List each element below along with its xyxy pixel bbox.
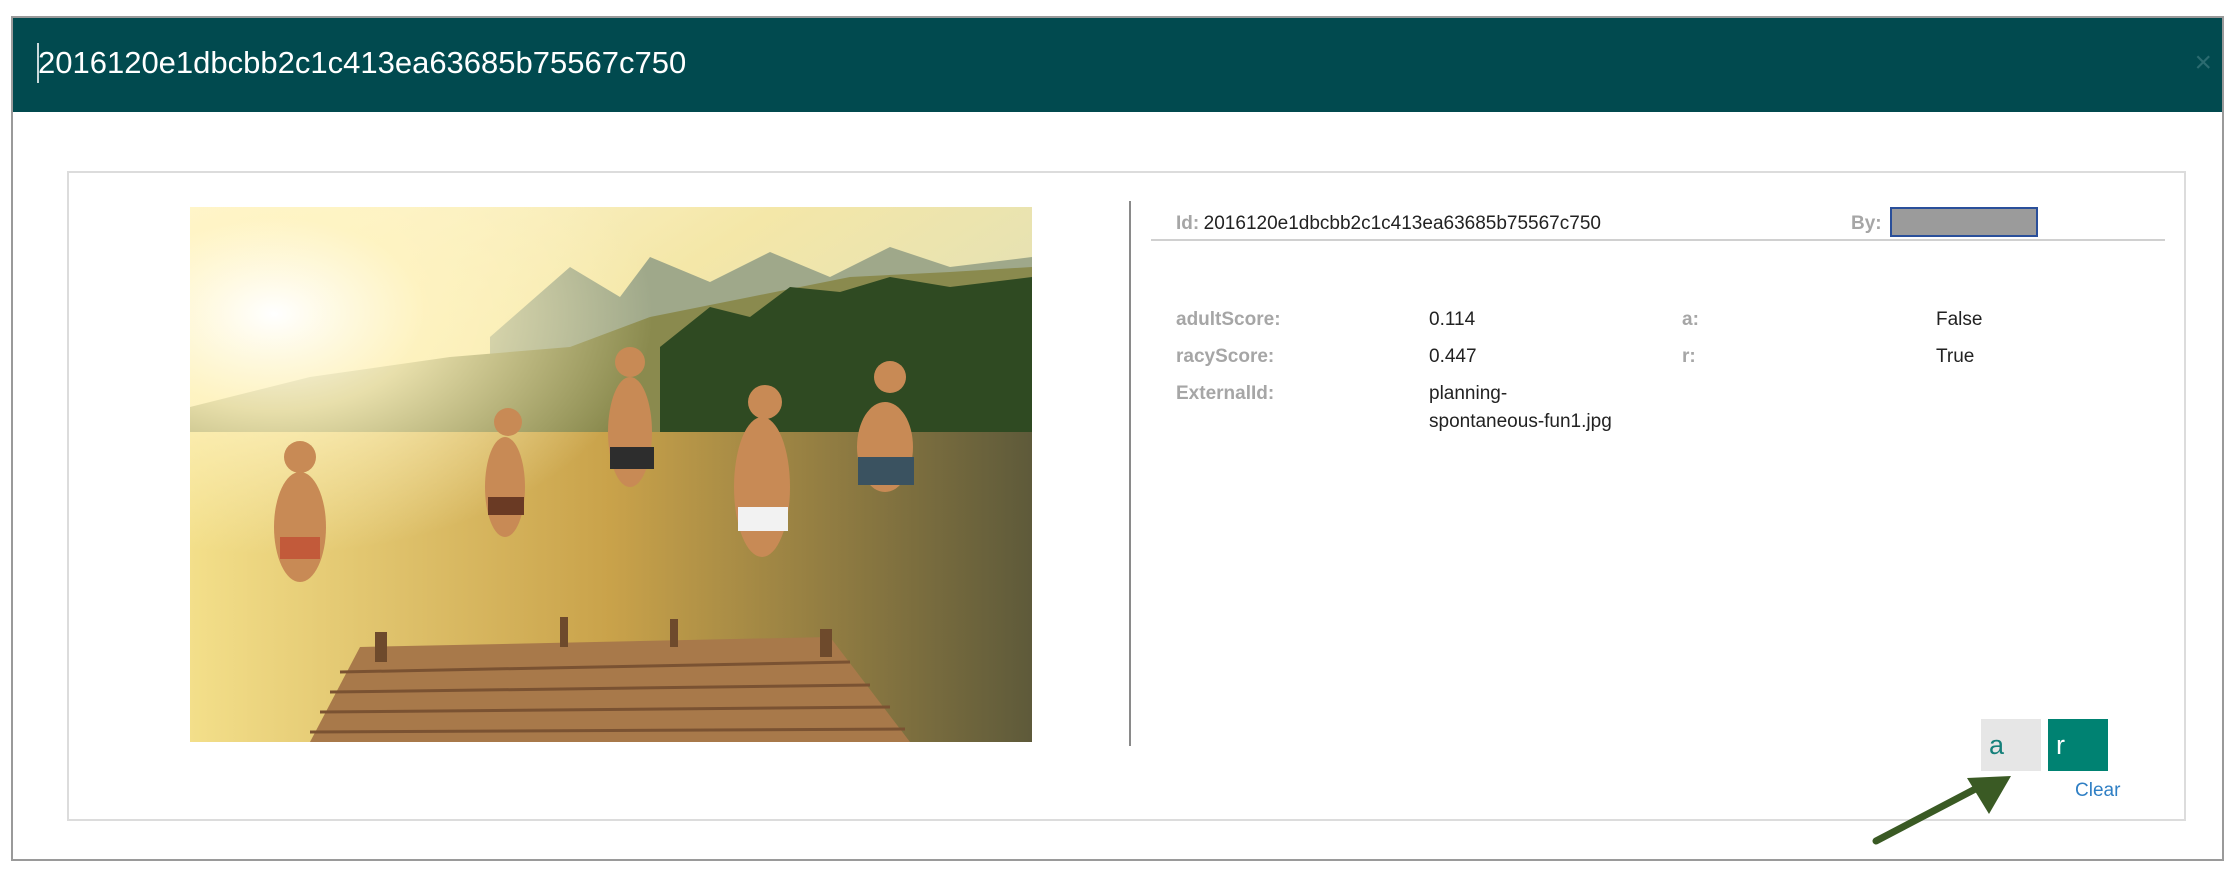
close-icon[interactable]: × bbox=[2194, 48, 2212, 78]
review-image bbox=[190, 207, 1032, 742]
by-label: By: bbox=[1851, 213, 1882, 235]
adult-score-label: adultScore: bbox=[1176, 309, 1281, 330]
tag-a-label: a: bbox=[1682, 309, 1699, 330]
dialog-title: 2016120e1dbcbb2c1c413ea63685b75567c750 bbox=[38, 45, 687, 80]
by-row: By: bbox=[1851, 207, 2039, 237]
racy-score-value: 0.447 bbox=[1429, 346, 1477, 367]
id-row: Id: 2016120e1dbcbb2c1c413ea63685b75567c7… bbox=[1176, 213, 1601, 235]
review-dialog: 2016120e1dbcbb2c1c413ea63685b75567c750 × bbox=[11, 16, 2224, 861]
external-id-label: ExternalId: bbox=[1176, 383, 1275, 404]
tag-r-button[interactable]: r bbox=[2048, 719, 2108, 771]
adult-score-value: 0.114 bbox=[1429, 309, 1476, 330]
info-header: Id: 2016120e1dbcbb2c1c413ea63685b75567c7… bbox=[1151, 201, 2165, 241]
id-value: 2016120e1dbcbb2c1c413ea63685b75567c750 bbox=[1203, 213, 1601, 234]
external-id-value-line1: planning- bbox=[1429, 383, 1508, 404]
racy-score-label: racyScore: bbox=[1176, 346, 1275, 367]
clear-link[interactable]: Clear bbox=[2075, 780, 2120, 802]
tag-r-label: r: bbox=[1682, 346, 1696, 367]
review-card: Id: 2016120e1dbcbb2c1c413ea63685b75567c7… bbox=[67, 171, 2186, 821]
dialog-header: 2016120e1dbcbb2c1c413ea63685b75567c750 × bbox=[13, 18, 2222, 112]
tag-a-button[interactable]: a bbox=[1981, 719, 2041, 771]
id-label: Id: bbox=[1176, 213, 1200, 234]
redacted-reviewer bbox=[1890, 207, 2039, 237]
tag-r-value: True bbox=[1936, 346, 1975, 367]
annotation-arrow-icon bbox=[1872, 776, 2011, 845]
external-id-value-line2: spontaneous-fun1.jpg bbox=[1429, 411, 1612, 432]
tag-a-value: False bbox=[1936, 309, 1983, 330]
vertical-divider bbox=[1129, 201, 1131, 746]
